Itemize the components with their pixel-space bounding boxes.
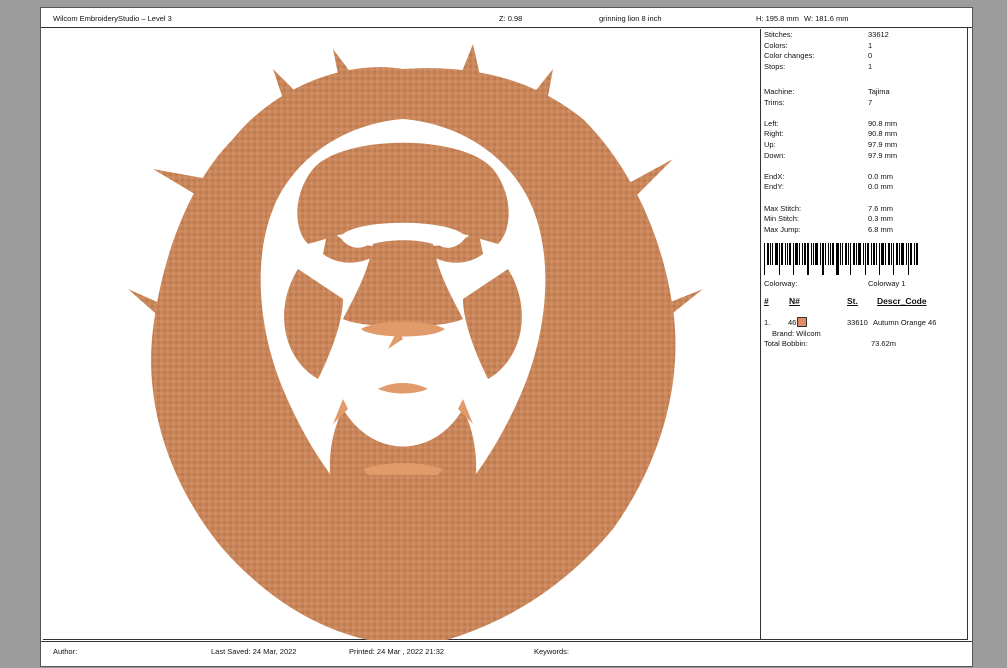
app-title: Wilcom EmbroideryStudio – Level 3 [53,14,172,23]
design-width: W: 181.6 mm [804,14,849,23]
thread-color-swatch [797,316,807,327]
design-preview [43,29,761,640]
footer-printed: Printed: 24 Mar , 2022 21:32 [349,647,445,656]
row-needle: 46 [788,317,797,327]
footer-author: Author: [53,647,78,656]
col-stitches: St. [847,295,858,306]
info-row-down: Down: 97.9 mm [764,150,898,160]
info-row-stitches: Stitches: 33612 [764,30,889,39]
print-preview-sheet: Wilcom EmbroideryStudio – Level 3 Z: 0.9… [40,7,973,667]
col-description: Descr_Code [877,295,927,306]
color-table-row: 1. 46 33610 Autumn Orange 46 [764,316,964,329]
brand-row: Brand: Wilcom [772,328,821,338]
info-row-colorway: Colorway: Colorway 1 [764,279,906,289]
col-needle: N# [789,295,800,306]
info-row-endy: EndY: 0.0 mm [764,182,894,192]
info-row-machine: Machine: Tajima [764,86,890,96]
info-row-left: Left: 90.8 mm [764,118,898,128]
info-row-color-changes: Color changes: 0 [764,51,873,61]
lion-embroidery-image [128,44,703,640]
footer-bar: Author: Last Saved: 24 Mar, 2022 Printed… [41,641,972,668]
design-name: grinning lion 8 inch [599,14,662,23]
row-stitches: 33610 [847,317,868,327]
col-hash: # [764,295,769,306]
footer-keywords: Keywords: [534,647,570,656]
barcode [764,243,950,276]
color-table-header: # N# St. Descr_Code [764,296,964,309]
stitch-info-panel: Stitches: 33612 Colors: 1 Color changes: 0 … [764,30,964,635]
row-index: 1. [764,317,771,327]
header-bar: Wilcom EmbroideryStudio – Level 3 Z: 0.9… [41,8,972,28]
info-row-max-jump: Max Jump: 6.8 mm [764,224,894,234]
footer-last-saved: Last Saved: 24 Mar, 2022 [211,647,297,656]
info-row-colors: Colors: 1 [764,40,873,50]
info-row-stops: Stops: 1 [764,61,873,71]
design-height: H: 195.8 mm [756,14,799,23]
info-row-max-stitch: Max Stitch: 7.6 mm [764,203,894,213]
info-row-endx: EndX: 0.0 mm [764,171,894,181]
info-row-min-stitch: Min Stitch: 0.3 mm [764,214,894,224]
info-row-trims: Trims: 7 [764,97,873,107]
zoom-level: Z: 0.98 [499,14,523,23]
total-bobbin-row: Total Bobbin: 73.62m [764,339,897,349]
row-description: Autumn Orange 46 [873,317,937,327]
info-row-right: Right: 90.8 mm [764,129,898,139]
info-row-up: Up: 97.9 mm [764,139,898,149]
